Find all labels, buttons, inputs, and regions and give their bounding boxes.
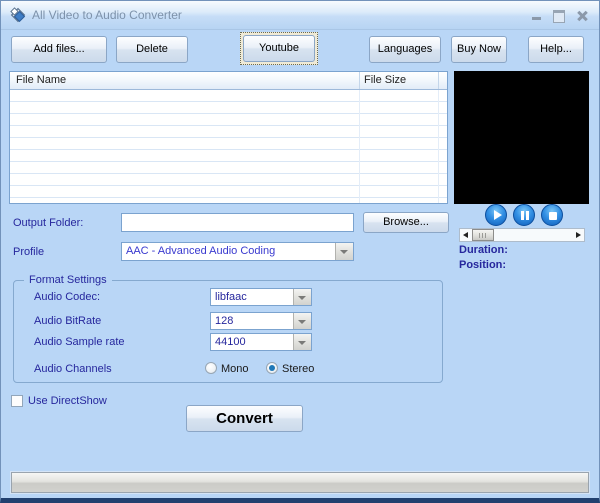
profile-dropdown-button[interactable] xyxy=(335,243,353,260)
stop-button[interactable] xyxy=(541,204,563,226)
seek-left-button[interactable] xyxy=(460,229,472,241)
minimize-button[interactable] xyxy=(529,9,545,22)
audio-bitrate-label: Audio BitRate xyxy=(34,315,102,327)
languages-button[interactable]: Languages xyxy=(369,36,441,63)
audio-sample-rate-dropdown-button[interactable] xyxy=(293,334,311,350)
mono-radio[interactable] xyxy=(205,362,217,374)
stereo-radio-label: Stereo xyxy=(282,363,315,375)
profile-value: AAC - Advanced Audio Coding xyxy=(126,245,276,257)
maximize-button[interactable] xyxy=(551,9,567,23)
convert-button[interactable]: Convert xyxy=(186,405,303,432)
duration-label: Duration: xyxy=(459,244,508,256)
column-divider xyxy=(438,72,439,89)
seek-right-button[interactable] xyxy=(572,229,584,241)
profile-label: Profile xyxy=(13,246,45,258)
youtube-button-focus-ring: Youtube xyxy=(240,32,318,65)
chevron-down-icon xyxy=(298,296,306,300)
seek-slider[interactable] xyxy=(459,228,585,242)
use-directshow-checkbox[interactable] xyxy=(11,395,23,407)
audio-codec-dropdown-button[interactable] xyxy=(293,289,311,305)
audio-bitrate-value: 128 xyxy=(215,315,234,327)
audio-bitrate-dropdown-button[interactable] xyxy=(293,313,311,329)
window-title: All Video to Audio Converter xyxy=(32,8,182,22)
column-header-file-size[interactable]: File Size xyxy=(364,74,406,86)
audio-sample-rate-value: 44100 xyxy=(215,336,246,348)
audio-codec-select[interactable]: libfaac xyxy=(210,288,312,306)
play-button[interactable] xyxy=(485,204,507,226)
column-divider xyxy=(359,72,360,89)
pause-button[interactable] xyxy=(513,204,535,226)
arrow-right-icon xyxy=(576,232,581,238)
add-files-button[interactable]: Add files... xyxy=(11,36,107,63)
profile-select[interactable]: AAC - Advanced Audio Coding xyxy=(121,242,354,261)
seek-thumb[interactable] xyxy=(472,229,494,241)
help-button[interactable]: Help... xyxy=(528,36,584,63)
delete-button[interactable]: Delete xyxy=(116,36,188,63)
audio-codec-label: Audio Codec: xyxy=(34,291,101,303)
close-button[interactable] xyxy=(574,9,590,22)
column-divider xyxy=(438,90,439,203)
window: All Video to Audio Converter Add files..… xyxy=(0,0,600,503)
output-folder-input[interactable] xyxy=(121,213,354,232)
arrow-left-icon xyxy=(463,232,468,238)
use-directshow-label: Use DirectShow xyxy=(28,395,107,407)
video-preview-panel xyxy=(454,71,589,204)
mono-radio-label: Mono xyxy=(221,363,249,375)
play-icon xyxy=(494,210,502,220)
format-settings-group: Format Settings Audio Codec: libfaac Aud… xyxy=(13,274,443,383)
close-icon xyxy=(576,10,588,22)
stereo-radio[interactable] xyxy=(266,362,278,374)
chevron-down-icon xyxy=(298,320,306,324)
progress-bar xyxy=(10,471,590,494)
audio-bitrate-select[interactable]: 128 xyxy=(210,312,312,330)
grip-icon xyxy=(479,233,488,238)
buy-now-button[interactable]: Buy Now xyxy=(451,36,507,63)
chevron-down-icon xyxy=(340,250,348,254)
stop-icon xyxy=(549,212,557,220)
position-label: Position: xyxy=(459,259,507,271)
file-list-header: File Name File Size xyxy=(10,72,447,90)
audio-codec-value: libfaac xyxy=(215,291,247,303)
column-header-file-name[interactable]: File Name xyxy=(16,74,66,86)
column-divider xyxy=(359,90,360,203)
app-icon xyxy=(10,7,26,23)
audio-sample-rate-select[interactable]: 44100 xyxy=(210,333,312,351)
chevron-down-icon xyxy=(298,341,306,345)
youtube-button[interactable]: Youtube xyxy=(243,35,315,62)
maximize-icon xyxy=(553,10,565,23)
audio-channels-label: Audio Channels xyxy=(34,363,112,375)
audio-sample-rate-label: Audio Sample rate xyxy=(34,336,125,348)
file-list-body[interactable] xyxy=(10,90,447,203)
format-settings-title: Format Settings xyxy=(24,274,112,286)
output-folder-label: Output Folder: xyxy=(13,217,84,229)
file-list[interactable]: File Name File Size xyxy=(9,71,448,204)
minimize-icon xyxy=(532,17,541,20)
browse-button[interactable]: Browse... xyxy=(363,212,449,233)
title-bar: All Video to Audio Converter xyxy=(1,1,599,30)
